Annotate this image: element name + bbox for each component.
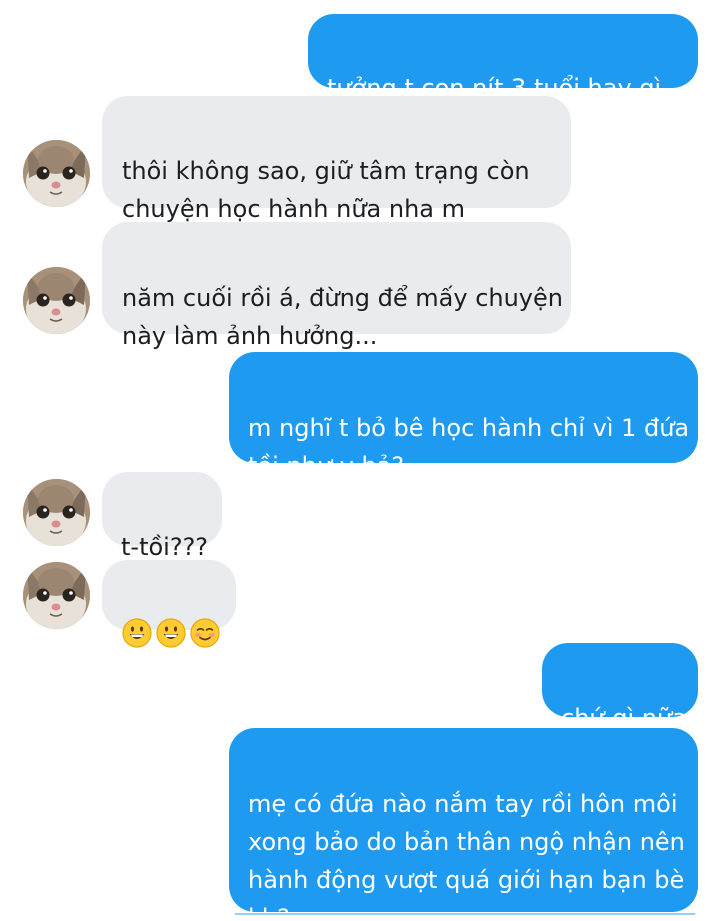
message-text: m nghĩ t bỏ bê học hành chỉ vì 1 đứa tồi… (248, 414, 690, 480)
message-text: năm cuối rồi á, đừng để mấy chuyện này l… (122, 284, 563, 350)
message-incoming-emoji[interactable] (102, 560, 236, 630)
message-text: mẹ có đứa nào nắm tay rồi hôn môi xong b… (248, 790, 685, 921)
chat-thread: tưởng t con nít 3 tuổi hay gì thôi không… (0, 0, 720, 921)
cat-avatar-icon (23, 479, 90, 546)
smiling-face-icon (190, 618, 220, 648)
contact-avatar[interactable] (23, 140, 90, 207)
message-incoming[interactable]: t-tồi??? (102, 472, 222, 561)
contact-avatar[interactable] (23, 479, 90, 546)
grinning-face-icon (122, 618, 152, 648)
grinning-face-icon (156, 618, 186, 648)
cat-avatar-icon (23, 562, 90, 629)
message-incoming[interactable]: năm cuối rồi á, đừng để mấy chuyện này l… (102, 222, 571, 350)
cat-avatar-icon (23, 267, 90, 334)
message-text: t-tồi??? (121, 533, 209, 561)
cat-avatar-icon (23, 140, 90, 207)
scroll-edge-divider (235, 913, 695, 915)
message-incoming[interactable]: thôi không sao, giữ tâm trạng còn chuyện… (102, 96, 571, 223)
contact-avatar[interactable] (23, 562, 90, 629)
contact-avatar[interactable] (23, 267, 90, 334)
message-outgoing[interactable]: chứ gì nữa (542, 643, 698, 732)
message-outgoing[interactable]: m nghĩ t bỏ bê học hành chỉ vì 1 đứa tồi… (229, 352, 698, 480)
message-outgoing[interactable]: mẹ có đứa nào nắm tay rồi hôn môi xong b… (229, 728, 698, 921)
message-text: thôi không sao, giữ tâm trạng còn chuyện… (122, 157, 530, 223)
emoji-row (122, 598, 236, 668)
message-outgoing[interactable]: tưởng t con nít 3 tuổi hay gì (308, 14, 698, 88)
